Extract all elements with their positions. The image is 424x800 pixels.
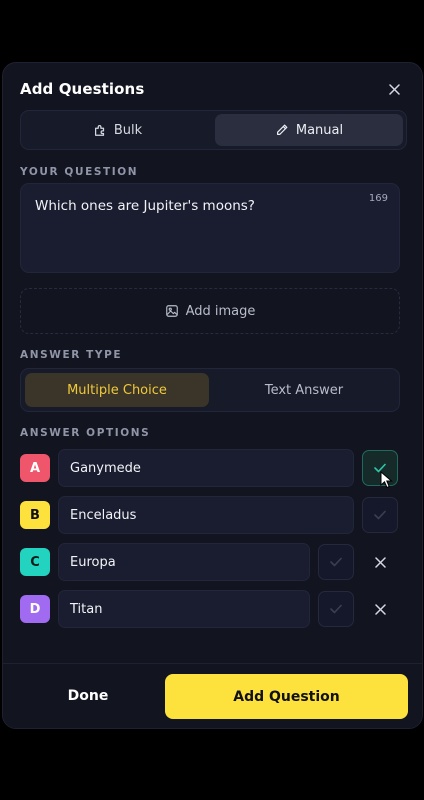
option-letter-badge: B [20,501,50,529]
puzzle-icon [94,125,104,136]
add-question-button[interactable]: Add Question [165,674,408,719]
close-icon [388,83,400,95]
modal-footer: Done Add Question [3,663,422,728]
answer-options-section-label: ANSWER OPTIONS [20,427,151,439]
add-image-label: Add image [185,303,256,319]
check-icon [374,510,386,520]
tab-manual-label: Manual [295,122,344,138]
question-input[interactable]: Which ones are Jupiter's moons? 169 [20,183,400,273]
option-letter-badge: D [20,595,50,623]
option-input-d[interactable]: Titan [58,590,310,628]
close-icon [374,603,386,615]
tab-bulk[interactable]: Bulk [24,114,211,146]
tab-bulk-label: Bulk [113,122,143,138]
answer-option-a: A Ganymede [20,449,400,487]
mark-correct-button-d[interactable] [318,591,354,627]
check-icon [330,604,342,614]
done-button[interactable]: Done [23,674,153,718]
option-input-a[interactable]: Ganymede [58,449,354,487]
modal-title: Add Questions [20,80,145,98]
mark-correct-button-b[interactable] [362,497,398,533]
add-image-button[interactable]: Add image [20,288,400,334]
pencil-icon [276,124,288,135]
char-count: 169 [368,193,388,204]
add-questions-modal: Add Questions Bulk Manual YOUR QUESTION … [2,62,423,729]
mark-correct-button-a[interactable] [362,450,398,486]
answer-type-toggle: Multiple Choice Text Answer [20,368,400,412]
close-icon [374,556,386,568]
tab-manual[interactable]: Manual [215,114,403,146]
mode-toggle: Bulk Manual [20,110,407,150]
answer-option-d: D Titan [20,590,400,628]
check-icon [374,463,386,473]
tab-multiple-choice[interactable]: Multiple Choice [25,373,209,407]
answer-type-section-label: ANSWER TYPE [20,349,123,361]
check-icon [330,557,342,567]
answer-option-b: B Enceladus [20,496,400,534]
option-letter-badge: A [20,454,50,482]
image-icon [165,305,178,317]
option-input-c[interactable]: Europa [58,543,310,581]
close-button[interactable] [386,81,402,97]
tab-text-answer[interactable]: Text Answer [211,373,397,407]
question-section-label: YOUR QUESTION [20,166,139,178]
modal-header: Add Questions [3,63,422,115]
mark-correct-button-c[interactable] [318,544,354,580]
remove-option-button-c[interactable] [362,544,398,580]
option-letter-badge: C [20,548,50,576]
answer-option-c: C Europa [20,543,400,581]
option-input-b[interactable]: Enceladus [58,496,354,534]
remove-option-button-d[interactable] [362,591,398,627]
question-text: Which ones are Jupiter's moons? [35,198,255,214]
